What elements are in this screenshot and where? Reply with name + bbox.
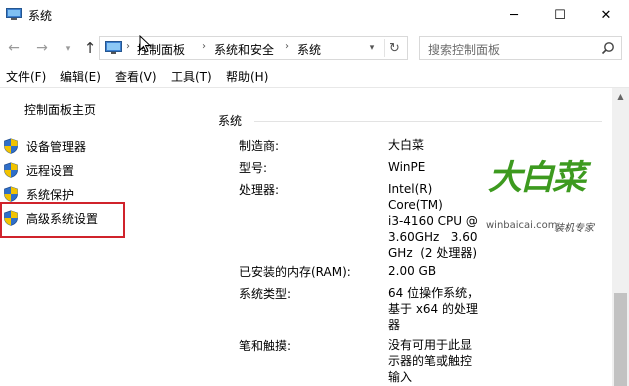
control-panel-home-link[interactable]: 控制面板主页 [24,101,96,118]
ram-value: 2.00 GB [388,264,437,278]
processor-value-line: i3-4160 CPU @ [388,214,478,228]
system-type-line: 64 位操作系统， [388,286,480,300]
section-divider [254,121,602,122]
menu-tools[interactable]: 工具(T) [171,68,212,85]
breadcrumb-separator: › [285,41,289,52]
search-icon[interactable] [601,41,615,55]
pen-touch-value: 没有可用于此显 示器的笔或触控 输入 [388,337,472,385]
close-button[interactable]: ✕ [583,0,629,31]
uac-shield-icon [4,186,18,202]
uac-shield-icon [4,138,18,154]
recent-locations-chevron-icon[interactable]: ▾ [58,39,78,59]
search-placeholder: 搜索控制面板 [428,43,501,57]
scroll-up-arrow-icon[interactable]: ▲ [612,90,629,102]
minimize-button[interactable]: ─ [491,0,537,31]
logo-slogan: 装机专家 [554,223,594,234]
model-value: WinPE [388,160,426,174]
model-label: 型号: [239,161,268,175]
pen-touch-line: 没有可用于此显 [388,338,473,352]
breadcrumb-separator: › [202,41,206,52]
refresh-icon[interactable]: ↻ [384,39,404,57]
processor-value: Intel(R) Core(TM) i3-4160 CPU @ 3.60GHz … [388,181,478,261]
pen-touch-line: 示器的笔或触控 [388,354,473,368]
ram-label: 已安装的内存(RAM): [239,265,351,279]
oem-logo: 大白菜 winbaicai.com 装机专家 [484,148,602,243]
logo-main-text: 大白菜 [488,158,586,198]
breadcrumb-system-and-security[interactable]: 系统和安全 [214,41,274,58]
manufacturer-label: 制造商: [239,139,280,153]
breadcrumb-separator: › [126,41,130,52]
system-type-value: 64 位操作系统， 基于 x64 的处理 器 [388,285,479,333]
maximize-button[interactable]: ☐ [537,0,583,31]
pen-touch-line: 输入 [388,370,413,384]
pen-touch-label: 笔和触摸: [239,339,292,353]
system-type-label: 系统类型: [239,287,292,301]
back-arrow-icon[interactable]: ← [4,38,24,58]
up-arrow-icon[interactable]: ↑ [80,38,100,58]
breadcrumb-system[interactable]: 系统 [297,41,321,58]
processor-value-line: Intel(R) [388,182,433,196]
address-dropdown-chevron-icon[interactable]: ▾ [363,40,381,56]
sidebar-item-label: 系统保护 [26,188,75,202]
uac-shield-icon [4,162,18,178]
forward-arrow-icon[interactable]: → [32,38,52,58]
title-bar: 系统 ─ ☐ ✕ [0,0,629,31]
processor-label: 处理器: [239,183,280,197]
navigation-bar: ← → ▾ ↑ › 控制面板 › 系统和安全 › 系统 ▾ ↻ 搜索控制面板 [0,31,629,65]
system-app-icon [6,8,22,20]
logo-url-text: winbaicai.com [486,220,558,231]
system-section-title: 系统 [218,114,243,128]
computer-icon [105,41,122,54]
processor-value-line: Core(TM) [388,198,443,212]
sidebar-item-label: 远程设置 [26,164,75,178]
scrollbar-thumb[interactable] [614,293,627,386]
search-box[interactable]: 搜索控制面板 [419,36,622,60]
sidebar-item-label: 设备管理器 [26,140,87,154]
system-type-line: 器 [388,318,401,332]
processor-value-line: GHz (2 处理器) [388,246,478,260]
menu-view[interactable]: 查看(V) [115,68,157,85]
menu-bar: 文件(F) 编辑(E) 查看(V) 工具(T) 帮助(H) [0,65,629,87]
menu-file[interactable]: 文件(F) [6,68,46,85]
processor-value-line: 3.60GHz 3.60 [388,230,478,244]
manufacturer-value: 大白菜 [388,138,425,152]
highlight-annotation-box [0,202,125,238]
menu-edit[interactable]: 编辑(E) [60,68,101,85]
menu-help[interactable]: 帮助(H) [226,68,268,85]
window-title: 系统 [28,9,53,23]
system-type-line: 基于 x64 的处理 [388,302,479,316]
content-area: 控制面板主页 设备管理器 远程设置 系统保护 高级系统设置 系统 制造商: 大白… [0,87,629,386]
mouse-cursor-icon [139,35,151,53]
